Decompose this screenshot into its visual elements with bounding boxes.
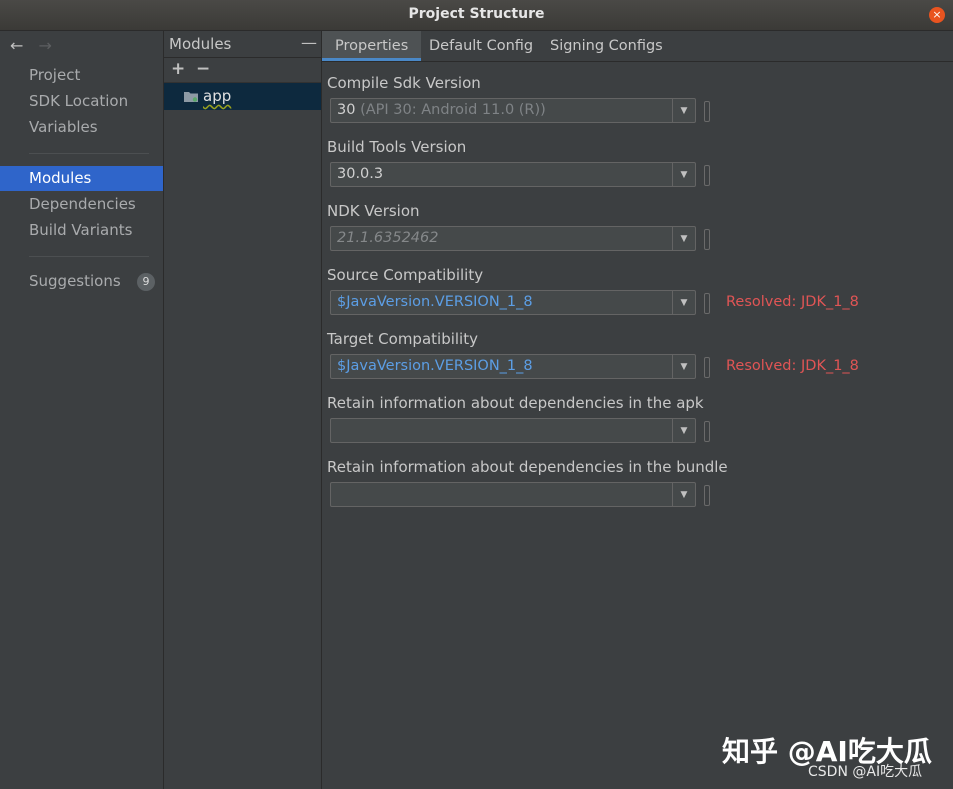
sidebar-item-project[interactable]: Project [0,63,163,88]
chevron-down-icon[interactable]: ▼ [672,483,695,506]
title-bar: Project Structure × [0,0,953,31]
sidebar-item-modules[interactable]: Modules [0,166,163,191]
modules-panel: Modules — + − app [164,31,322,789]
retain-bundle-combo[interactable]: ▼ [330,482,696,507]
target-compat-combo[interactable]: $JavaVersion.VERSION_1_8 ▼ [330,354,696,379]
build-tools-combo[interactable]: 30.0.3 ▼ [330,162,696,187]
modules-toolbar: + − [164,58,321,83]
compile-sdk-label: Compile Sdk Version [327,74,481,92]
compile-sdk-hint: (API 30: Android 11.0 (R)) [360,102,546,118]
watermark-csdn: CSDN @AI吃大瓜 [808,764,923,780]
chevron-down-icon[interactable]: ▼ [672,291,695,314]
source-compat-combo[interactable]: $JavaVersion.VERSION_1_8 ▼ [330,290,696,315]
retain-apk-edit-button[interactable] [704,421,710,442]
collapse-icon[interactable]: — [301,33,317,52]
sidebar-item-sdk-location[interactable]: SDK Location [0,89,163,114]
chevron-down-icon[interactable]: ▼ [672,99,695,122]
source-compat-edit-button[interactable] [704,293,710,314]
source-compat-label: Source Compatibility [327,266,484,284]
chevron-down-icon[interactable]: ▼ [672,419,695,442]
retain-apk-combo[interactable]: ▼ [330,418,696,443]
compile-sdk-edit-button[interactable] [704,101,710,122]
target-compat-label: Target Compatibility [327,330,478,348]
sidebar-item-suggestions[interactable]: Suggestions 9 [0,269,163,294]
back-arrow-icon[interactable]: ← [10,36,23,55]
module-list-item[interactable]: app [164,83,321,110]
module-name: app [203,87,232,105]
source-compat-resolved: Resolved: JDK_1_8 [726,294,859,310]
chevron-down-icon[interactable]: ▼ [672,355,695,378]
retain-apk-label: Retain information about dependencies in… [327,394,704,412]
target-compat-resolved: Resolved: JDK_1_8 [726,358,859,374]
sidebar-item-build-variants[interactable]: Build Variants [0,218,163,243]
remove-module-icon[interactable]: − [196,59,210,79]
tab-signing-configs[interactable]: Signing Configs [537,31,676,61]
sidebar: ← → Project SDK Location Variables Modul… [0,31,164,789]
sidebar-item-dependencies[interactable]: Dependencies [0,192,163,217]
retain-bundle-edit-button[interactable] [704,485,710,506]
source-compat-value: $JavaVersion.VERSION_1_8 [337,294,533,310]
retain-bundle-label: Retain information about dependencies in… [327,458,728,476]
module-folder-icon [184,92,198,102]
build-tools-label: Build Tools Version [327,138,467,156]
compile-sdk-value: 30 (API 30: Android 11.0 (R)) [337,102,546,118]
compile-sdk-number: 30 [337,102,356,118]
sidebar-item-variables[interactable]: Variables [0,115,163,140]
sidebar-divider [29,256,149,257]
modules-header: Modules — [164,31,321,58]
close-icon[interactable]: × [929,7,945,23]
build-tools-value: 30.0.3 [337,166,384,182]
tab-properties[interactable]: Properties [322,31,422,61]
add-module-icon[interactable]: + [171,59,185,79]
modules-header-label: Modules [169,35,232,53]
suggestions-count-badge: 9 [137,273,155,291]
tab-bar: Properties Default Config Signing Config… [322,31,953,62]
ndk-version-edit-button[interactable] [704,229,710,250]
ndk-version-value: 21.1.6352462 [337,230,439,246]
forward-arrow-icon[interactable]: → [39,36,52,55]
sidebar-item-label: Suggestions [29,272,121,290]
chevron-down-icon[interactable]: ▼ [672,227,695,250]
ndk-version-label: NDK Version [327,202,420,220]
sidebar-divider [29,153,149,154]
compile-sdk-combo[interactable]: 30 (API 30: Android 11.0 (R)) ▼ [330,98,696,123]
tab-default-config[interactable]: Default Config [416,31,546,61]
properties-pane: Properties Default Config Signing Config… [322,31,953,789]
window-title: Project Structure [408,6,545,22]
nav-arrows: ← → [10,36,52,55]
target-compat-value: $JavaVersion.VERSION_1_8 [337,358,533,374]
target-compat-edit-button[interactable] [704,357,710,378]
ndk-version-combo[interactable]: 21.1.6352462 ▼ [330,226,696,251]
build-tools-edit-button[interactable] [704,165,710,186]
chevron-down-icon[interactable]: ▼ [672,163,695,186]
